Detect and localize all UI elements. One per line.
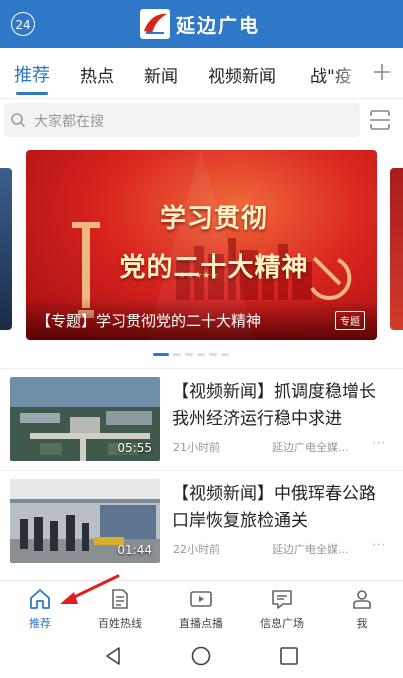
- news-source: 延边广电全媒...: [272, 543, 349, 556]
- play-icon: [190, 591, 212, 607]
- app-logo: 延边广电: [140, 9, 260, 39]
- news-title: 【视频新闻】中俄珲春公路口岸恢复旅检通关: [172, 484, 376, 531]
- banner-caption: 【专题】学习贯彻党的二十大精神: [36, 312, 262, 330]
- recent-apps-icon[interactable]: [278, 645, 300, 667]
- news-time: 21小时前: [173, 441, 220, 454]
- plus-icon: [374, 64, 390, 80]
- carousel-dot[interactable]: [221, 353, 229, 356]
- carousel-dot[interactable]: [173, 353, 181, 356]
- banner-headline: 学习贯彻 党的二十大精神: [74, 198, 354, 284]
- nav-label: 信息广场: [260, 617, 304, 630]
- search-placeholder: 大家都在搜: [34, 114, 104, 130]
- nav-item-info-square[interactable]: 信息广场: [242, 581, 322, 635]
- prev-banner-peek[interactable]: [0, 168, 12, 330]
- banner-carousel: ★★★★★ 学习贯彻 党的二十大精神 【专题】学习贯彻党的二十大精神 专题: [0, 140, 403, 368]
- tab-hot[interactable]: 热点: [80, 62, 114, 87]
- news-list-item[interactable]: 01:44 【视频新闻】中俄珲春公路口岸恢复旅检通关 22小时前 延边广电全媒.…: [0, 470, 403, 573]
- carousel-dot[interactable]: [185, 353, 193, 356]
- carousel-dot[interactable]: [153, 353, 169, 356]
- app-title: 延边广电: [176, 14, 261, 37]
- news-thumbnail: 05:55: [10, 377, 160, 461]
- badge-24-icon[interactable]: 24: [11, 12, 35, 36]
- nav-item-live[interactable]: 直播点播: [161, 581, 241, 635]
- channel-tabs: 推荐 热点 新闻 视频新闻 战"疫: [0, 48, 403, 99]
- tab-recommend[interactable]: 推荐: [14, 61, 50, 87]
- message-icon: [272, 590, 292, 609]
- tab-video-news[interactable]: 视频新闻: [208, 62, 276, 87]
- home-icon: [30, 589, 50, 609]
- carousel-dot[interactable]: [197, 353, 205, 356]
- nav-label: 百姓热线: [98, 617, 142, 630]
- news-time: 22小时前: [173, 543, 220, 556]
- person-icon: [353, 590, 371, 609]
- nav-label: 直播点播: [179, 617, 223, 630]
- banner-headline-line2: 党的二十大精神: [119, 253, 309, 283]
- tab-news[interactable]: 新闻: [144, 62, 178, 87]
- banner-tag: 专题: [335, 311, 365, 330]
- banner-headline-line1: 学习贯彻: [159, 204, 268, 234]
- search-icon: [11, 113, 26, 128]
- nav-item-me[interactable]: 我: [322, 581, 402, 635]
- more-options-icon[interactable]: ⋯: [372, 537, 387, 553]
- next-banner-peek[interactable]: [390, 168, 403, 330]
- back-icon[interactable]: [102, 645, 124, 667]
- scan-icon[interactable]: [368, 108, 392, 132]
- home-circle-icon[interactable]: [190, 645, 212, 667]
- featured-banner[interactable]: ★★★★★ 学习贯彻 党的二十大精神 【专题】学习贯彻党的二十大精神 专题: [26, 150, 377, 340]
- video-duration: 05:55: [117, 441, 152, 455]
- add-channel-button[interactable]: [364, 48, 403, 98]
- system-navigation-bar: [0, 634, 403, 678]
- news-thumbnail: 01:44: [10, 479, 160, 563]
- app-header: 24 延边广电: [0, 0, 403, 48]
- active-tab-indicator: [16, 92, 48, 95]
- more-options-icon[interactable]: ⋯: [372, 435, 387, 451]
- search-bar: 大家都在搜: [0, 100, 403, 140]
- video-duration: 01:44: [117, 543, 152, 557]
- news-title: 【视频新闻】抓调度稳增长 我州经济运行稳中求进: [172, 382, 376, 429]
- search-input[interactable]: 大家都在搜: [4, 103, 360, 137]
- carousel-dot[interactable]: [209, 353, 217, 356]
- news-list-item[interactable]: 05:55 【视频新闻】抓调度稳增长 我州经济运行稳中求进 21小时前 延边广电…: [0, 368, 403, 471]
- carousel-dots: [153, 353, 229, 357]
- nav-label: 我: [356, 617, 368, 630]
- news-source: 延边广电全媒...: [272, 441, 349, 454]
- nav-label: 推荐: [29, 617, 51, 630]
- logo-icon: [140, 9, 170, 39]
- annotation-arrow-icon: [60, 574, 120, 604]
